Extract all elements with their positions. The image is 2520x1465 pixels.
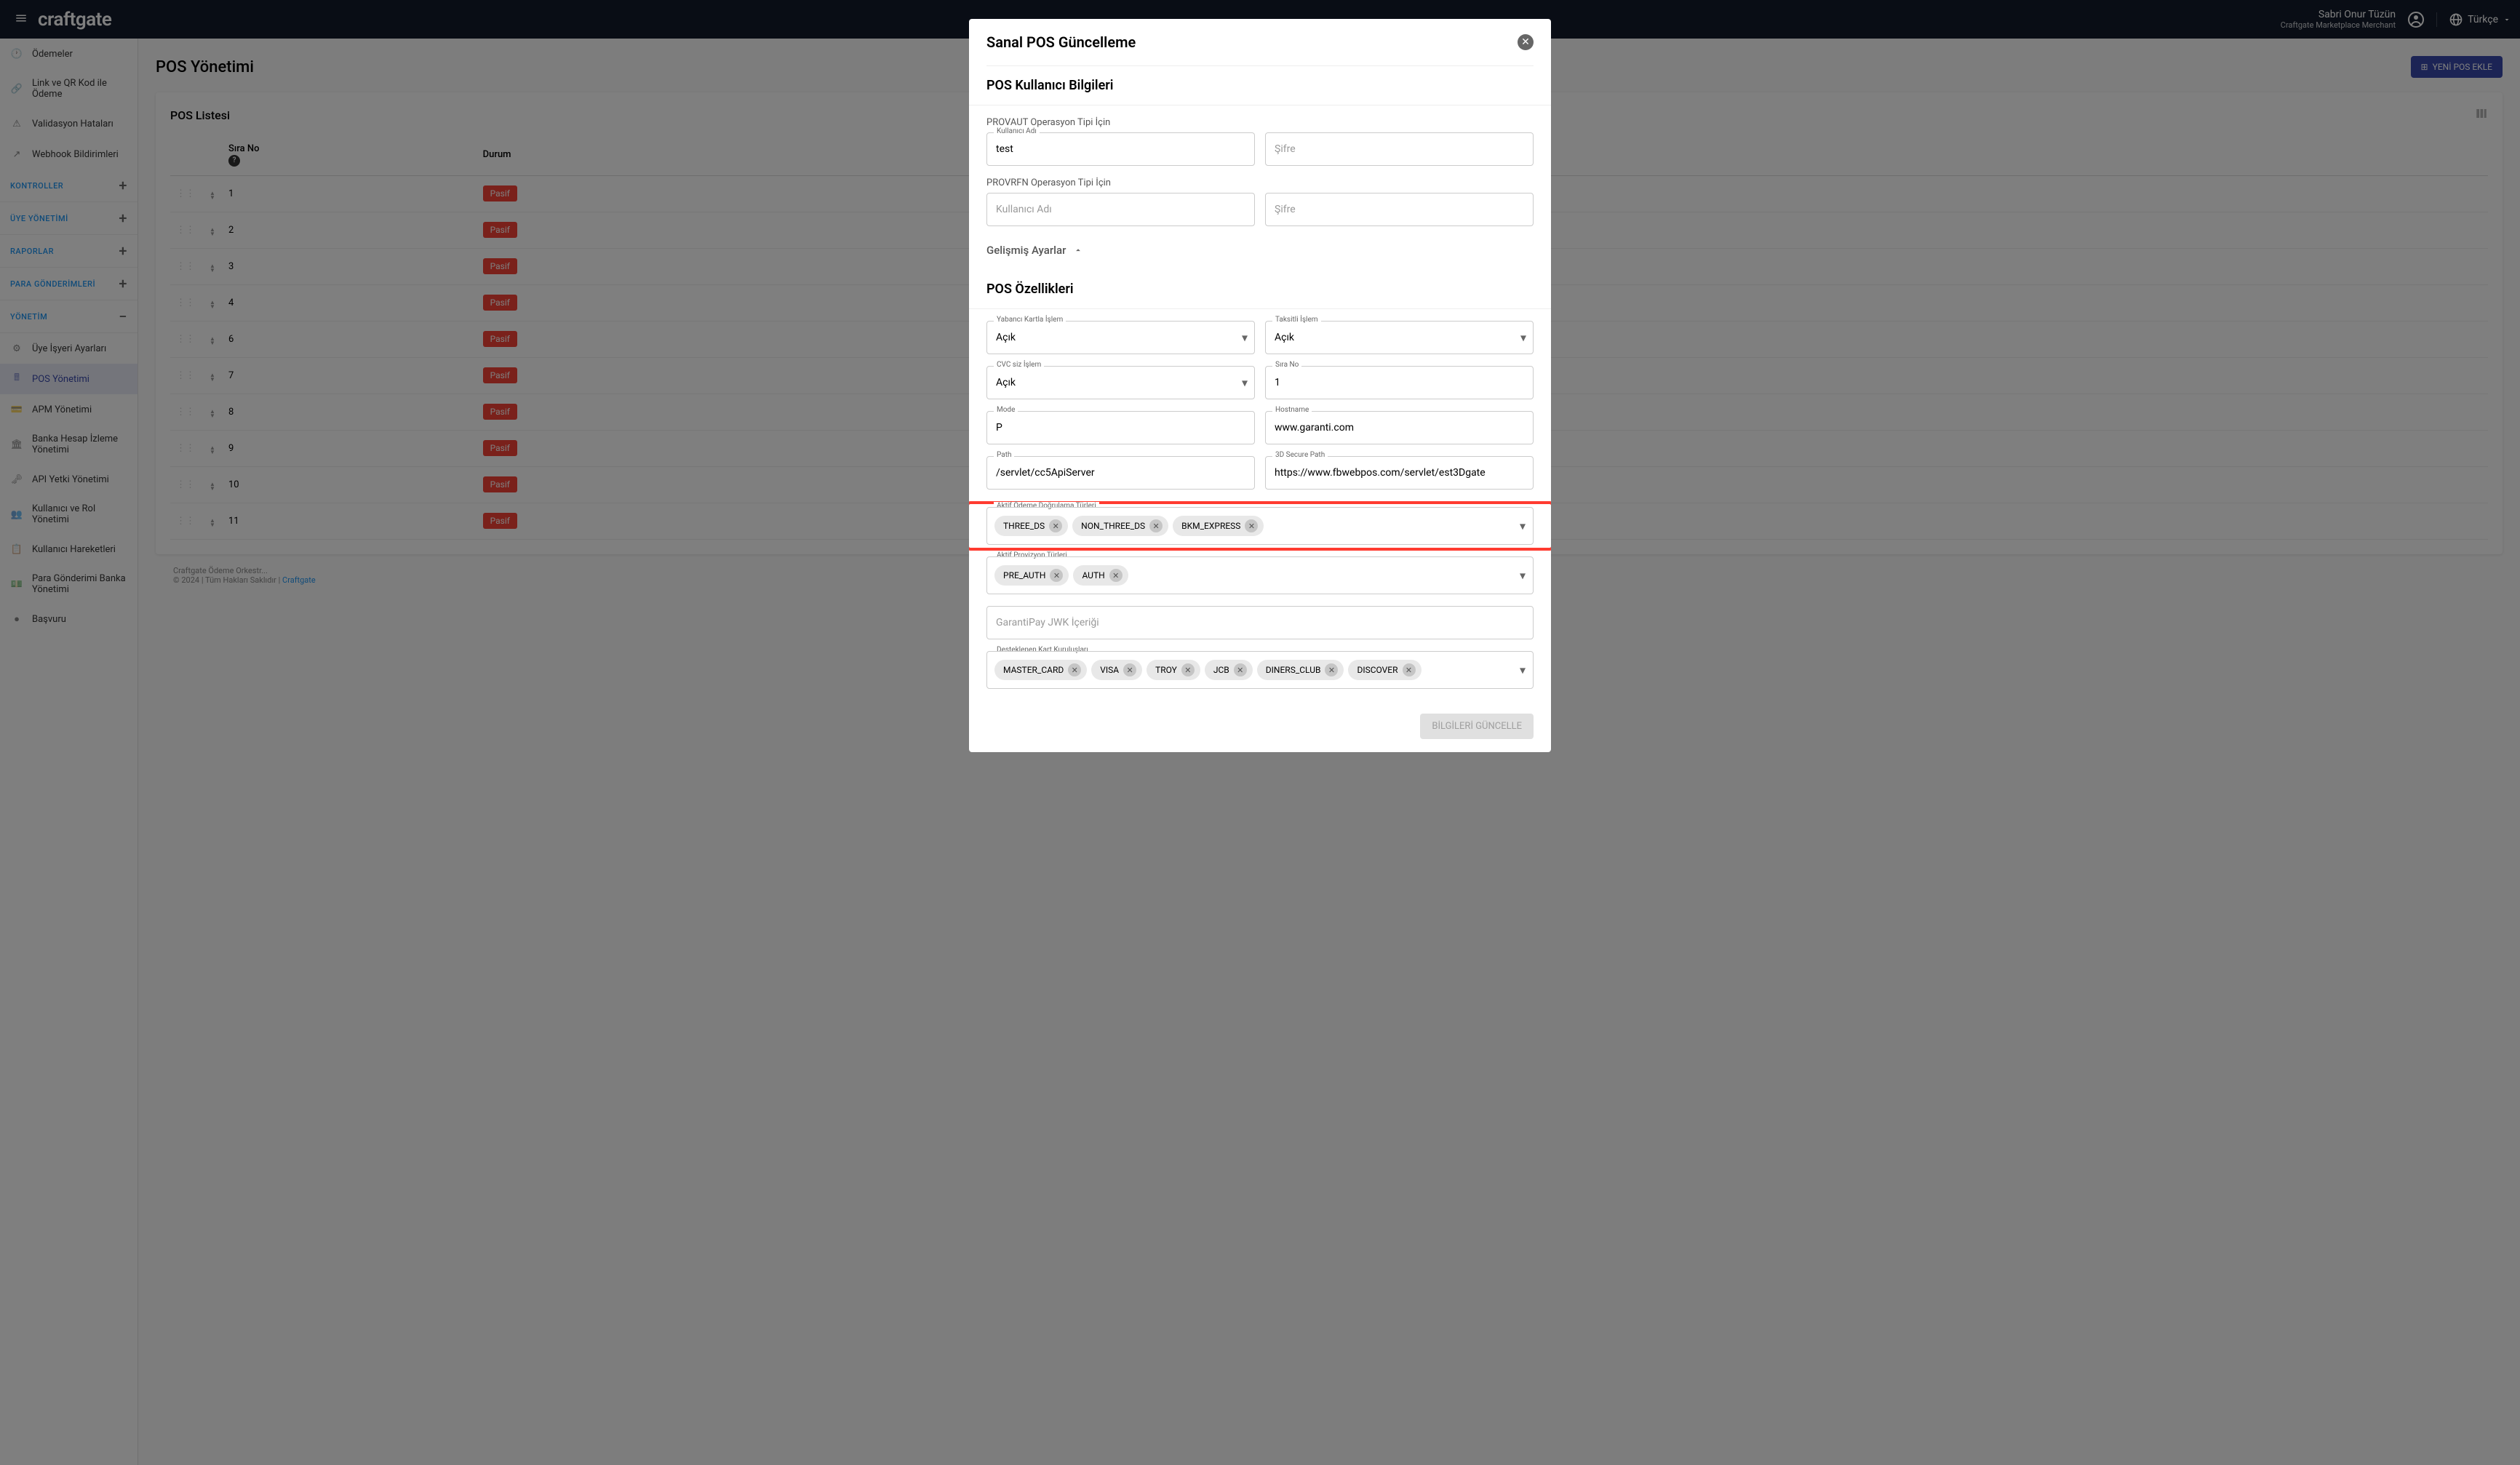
chip: PRE_AUTH ✕ xyxy=(994,565,1069,586)
chevron-down-icon: ▾ xyxy=(1242,331,1248,345)
advanced-toggle[interactable]: Gelişmiş Ayarlar xyxy=(969,238,1551,270)
installment-label: Taksitli İşlem xyxy=(1272,316,1321,324)
foreign-card-label: Yabancı Kartla İşlem xyxy=(994,316,1066,324)
chip-label: VISA xyxy=(1100,665,1119,675)
chip-remove-icon[interactable]: ✕ xyxy=(1050,569,1063,582)
chip: DISCOVER ✕ xyxy=(1348,660,1421,680)
chevron-down-icon: ▾ xyxy=(1520,331,1526,345)
mode-label: Mode xyxy=(994,406,1018,414)
chip-remove-icon[interactable]: ✕ xyxy=(1181,663,1195,676)
chip-label: MASTER_CARD xyxy=(1003,665,1064,675)
chip-remove-icon[interactable]: ✕ xyxy=(1123,663,1136,676)
username-float-label: Kullanıcı Adı xyxy=(994,127,1040,135)
close-icon: ✕ xyxy=(1521,36,1530,48)
chip-label: TROY xyxy=(1155,665,1177,675)
provaut-label: PROVAUT Operasyon Tipi İçin xyxy=(986,117,1534,128)
chip: TROY ✕ xyxy=(1147,660,1200,680)
secure-path-input[interactable] xyxy=(1265,456,1534,490)
chip-label: PRE_AUTH xyxy=(1003,570,1045,580)
path-input[interactable] xyxy=(986,456,1255,490)
chevron-up-icon xyxy=(1073,245,1083,255)
chip: MASTER_CARD ✕ xyxy=(994,660,1087,680)
cvcless-label: CVC siz İşlem xyxy=(994,361,1044,369)
chip: THREE_DS ✕ xyxy=(994,516,1068,536)
jwk-input[interactable] xyxy=(986,606,1534,639)
chip: BKM_EXPRESS ✕ xyxy=(1173,516,1264,536)
chip: DINERS_CLUB ✕ xyxy=(1257,660,1344,680)
chip-label: DINERS_CLUB xyxy=(1266,665,1321,675)
chip-remove-icon[interactable]: ✕ xyxy=(1049,519,1062,532)
chevron-down-icon: ▾ xyxy=(1242,376,1248,390)
provrfn-username-input[interactable] xyxy=(986,193,1255,226)
provaut-username-input[interactable] xyxy=(986,132,1255,166)
update-button[interactable]: BİLGİLERİ GÜNCELLE xyxy=(1420,714,1534,739)
chip-label: DISCOVER xyxy=(1357,665,1397,675)
mode-input[interactable] xyxy=(986,411,1255,444)
chip: VISA ✕ xyxy=(1091,660,1142,680)
chevron-down-icon: ▾ xyxy=(1520,569,1526,583)
chip-label: NON_THREE_DS xyxy=(1081,521,1145,531)
path-label: Path xyxy=(994,451,1014,459)
provaut-password-input[interactable] xyxy=(1265,132,1534,166)
chip: NON_THREE_DS ✕ xyxy=(1072,516,1168,536)
modal-overlay: Sanal POS Güncelleme ✕ POS Kullanıcı Bil… xyxy=(0,0,2520,1465)
chip-remove-icon[interactable]: ✕ xyxy=(1149,519,1163,532)
cards-multiselect[interactable]: MASTER_CARD✕VISA✕TROY✕JCB✕DINERS_CLUB✕DI… xyxy=(986,651,1534,689)
verification-multiselect[interactable]: THREE_DS ✕ NON_THREE_DS ✕ BKM_EXPRESS ✕ ▾ xyxy=(986,507,1534,545)
chip-remove-icon[interactable]: ✕ xyxy=(1109,569,1123,582)
section-props: POS Özellikleri xyxy=(969,270,1551,309)
cvcless-select[interactable] xyxy=(986,366,1255,399)
chip: JCB ✕ xyxy=(1205,660,1253,680)
chip: AUTH ✕ xyxy=(1073,565,1128,586)
chip-label: BKM_EXPRESS xyxy=(1181,521,1240,531)
sira-input[interactable] xyxy=(1265,366,1534,399)
section-user-info: POS Kullanıcı Bilgileri xyxy=(969,66,1551,105)
sira-label: Sıra No xyxy=(1272,361,1301,369)
chip-label: THREE_DS xyxy=(1003,521,1045,531)
hostname-label: Hostname xyxy=(1272,406,1312,414)
modal: Sanal POS Güncelleme ✕ POS Kullanıcı Bil… xyxy=(969,19,1551,752)
close-button[interactable]: ✕ xyxy=(1518,34,1534,50)
modal-title: Sanal POS Güncelleme xyxy=(986,33,1136,51)
secure-path-label: 3D Secure Path xyxy=(1272,451,1328,459)
provision-multiselect[interactable]: PRE_AUTH ✕ AUTH ✕ ▾ xyxy=(986,556,1534,594)
chip-remove-icon[interactable]: ✕ xyxy=(1325,663,1338,676)
provrfn-label: PROVRFN Operasyon Tipi İçin xyxy=(986,177,1534,188)
chip-remove-icon[interactable]: ✕ xyxy=(1068,663,1081,676)
chip-remove-icon[interactable]: ✕ xyxy=(1245,519,1258,532)
verification-highlight: Aktif Ödeme Doğrulama Türleri THREE_DS✕N… xyxy=(969,501,1551,551)
chip-remove-icon[interactable]: ✕ xyxy=(1234,663,1247,676)
installment-select[interactable] xyxy=(1265,321,1534,354)
chevron-down-icon: ▾ xyxy=(1520,519,1526,533)
chip-label: JCB xyxy=(1213,665,1229,675)
chevron-down-icon: ▾ xyxy=(1520,663,1526,677)
hostname-input[interactable] xyxy=(1265,411,1534,444)
advanced-label: Gelişmiş Ayarlar xyxy=(986,244,1066,257)
chip-label: AUTH xyxy=(1082,570,1104,580)
chip-remove-icon[interactable]: ✕ xyxy=(1403,663,1416,676)
provrfn-password-input[interactable] xyxy=(1265,193,1534,226)
foreign-card-select[interactable] xyxy=(986,321,1255,354)
